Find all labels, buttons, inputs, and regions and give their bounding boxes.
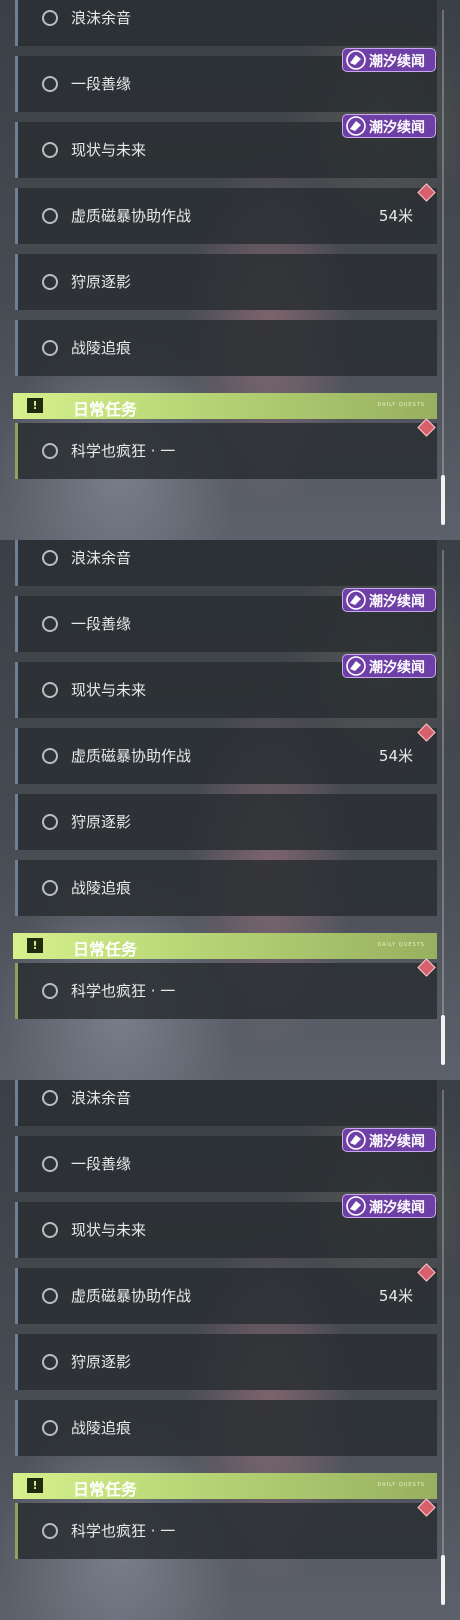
quest-panel-2: 浪沫余音 一段善缘 现状与未来 虚质磁暴协助作战 54米 狩原逐影 战陵追痕 潮… xyxy=(0,540,460,1080)
daily-quest-item[interactable]: 科学也疯狂 · 一 xyxy=(15,1503,437,1559)
quest-item-4[interactable]: 虚质磁暴协助作战 54米 xyxy=(15,1268,437,1324)
quest-status-circle-icon xyxy=(42,983,58,999)
quest-status-circle-icon xyxy=(42,1090,58,1106)
quest-label: 狩原逐影 xyxy=(71,273,132,291)
quest-label: 科学也疯狂 · 一 xyxy=(71,442,176,460)
quest-status-circle-icon xyxy=(42,10,58,26)
quest-label: 战陵追痕 xyxy=(71,339,132,357)
quest-label: 狩原逐影 xyxy=(71,1353,132,1371)
quest-distance: 54米 xyxy=(378,1287,413,1305)
scrollbar-thumb[interactable] xyxy=(441,1015,445,1065)
quest-label: 浪沫余音 xyxy=(71,1089,132,1107)
quest-status-circle-icon xyxy=(42,208,58,224)
quest-status-circle-icon xyxy=(42,1420,58,1436)
daily-quest-item[interactable]: 科学也疯狂 · 一 xyxy=(15,963,437,1019)
quest-status-circle-icon xyxy=(42,1354,58,1370)
alert-icon: ! xyxy=(27,398,43,413)
daily-quest-header[interactable]: ! 日常任务 DAILY QUESTS xyxy=(13,393,437,419)
badge-label: 潮汐续闻 xyxy=(369,660,425,676)
quest-label: 一段善缘 xyxy=(71,1155,132,1173)
badge-label: 潮汐续闻 xyxy=(369,54,425,70)
badge-label: 潮汐续闻 xyxy=(369,120,425,136)
daily-quest-header[interactable]: ! 日常任务 DAILY QUESTS xyxy=(13,1473,437,1499)
alert-icon: ! xyxy=(27,938,43,953)
daily-quest-item[interactable]: 科学也疯狂 · 一 xyxy=(15,423,437,479)
quest-item-5[interactable]: 狩原逐影 xyxy=(15,254,437,310)
quest-status-circle-icon xyxy=(42,1156,58,1172)
quest-status-circle-icon xyxy=(42,748,58,764)
tidal-story-icon xyxy=(346,656,366,676)
quest-item-6[interactable]: 战陵追痕 xyxy=(15,860,437,916)
quest-status-circle-icon xyxy=(42,814,58,830)
badge-label: 潮汐续闻 xyxy=(369,594,425,610)
tidal-story-badge: 潮汐续闻 xyxy=(342,48,436,72)
daily-quest-header[interactable]: ! 日常任务 DAILY QUESTS xyxy=(13,933,437,959)
tidal-story-badge: 潮汐续闻 xyxy=(342,654,436,678)
quest-distance: 54米 xyxy=(378,747,413,765)
alert-icon: ! xyxy=(27,1478,43,1493)
quest-item-4[interactable]: 虚质磁暴协助作战 54米 xyxy=(15,728,437,784)
quest-item-1[interactable]: 浪沫余音 xyxy=(15,1080,437,1126)
quest-panel-1: 浪沫余音 一段善缘 现状与未来 虚质磁暴协助作战 54米 狩原逐影 战陵追痕 潮… xyxy=(0,0,460,540)
quest-label: 科学也疯狂 · 一 xyxy=(71,1522,176,1540)
quest-item-5[interactable]: 狩原逐影 xyxy=(15,1334,437,1390)
tidal-story-badge: 潮汐续闻 xyxy=(342,1128,436,1152)
quest-status-circle-icon xyxy=(42,682,58,698)
quest-label: 科学也疯狂 · 一 xyxy=(71,982,176,1000)
quest-label: 虚质磁暴协助作战 xyxy=(71,747,192,765)
quest-status-circle-icon xyxy=(42,76,58,92)
quest-label: 浪沫余音 xyxy=(71,9,132,27)
quest-label: 虚质磁暴协助作战 xyxy=(71,207,192,225)
badge-label: 潮汐续闻 xyxy=(369,1200,425,1216)
scrollbar-track[interactable] xyxy=(442,1090,444,1605)
quest-label: 战陵追痕 xyxy=(71,1419,132,1437)
tidal-story-badge: 潮汐续闻 xyxy=(342,588,436,612)
quest-item-6[interactable]: 战陵追痕 xyxy=(15,1400,437,1456)
quest-item-1[interactable]: 浪沫余音 xyxy=(15,540,437,586)
daily-header-sublabel: DAILY QUESTS xyxy=(377,942,425,948)
daily-header-sublabel: DAILY QUESTS xyxy=(377,402,425,408)
quest-label: 现状与未来 xyxy=(71,1221,147,1239)
quest-status-circle-icon xyxy=(42,1288,58,1304)
tidal-story-badge: 潮汐续闻 xyxy=(342,114,436,138)
tidal-story-icon xyxy=(346,116,366,136)
quest-label: 一段善缘 xyxy=(71,615,132,633)
scrollbar-track[interactable] xyxy=(442,550,444,1065)
quest-status-circle-icon xyxy=(42,340,58,356)
scrollbar-thumb[interactable] xyxy=(441,475,445,525)
quest-label: 战陵追痕 xyxy=(71,879,132,897)
quest-item-4[interactable]: 虚质磁暴协助作战 54米 xyxy=(15,188,437,244)
daily-header-label: 日常任务 xyxy=(73,1480,138,1499)
tidal-story-icon xyxy=(346,1130,366,1150)
quest-status-circle-icon xyxy=(42,880,58,896)
quest-item-5[interactable]: 狩原逐影 xyxy=(15,794,437,850)
quest-status-circle-icon xyxy=(42,274,58,290)
badge-label: 潮汐续闻 xyxy=(369,1134,425,1150)
quest-label: 狩原逐影 xyxy=(71,813,132,831)
tidal-story-icon xyxy=(346,50,366,70)
scrollbar-thumb[interactable] xyxy=(441,1555,445,1605)
daily-header-label: 日常任务 xyxy=(73,940,138,959)
quest-status-circle-icon xyxy=(42,616,58,632)
quest-item-6[interactable]: 战陵追痕 xyxy=(15,320,437,376)
quest-status-circle-icon xyxy=(42,142,58,158)
quest-status-circle-icon xyxy=(42,550,58,566)
quest-status-circle-icon xyxy=(42,1222,58,1238)
quest-panel-3: 浪沫余音 一段善缘 现状与未来 虚质磁暴协助作战 54米 狩原逐影 战陵追痕 潮… xyxy=(0,1080,460,1620)
quest-label: 一段善缘 xyxy=(71,75,132,93)
daily-header-sublabel: DAILY QUESTS xyxy=(377,1482,425,1488)
tidal-story-icon xyxy=(346,1196,366,1216)
quest-item-1[interactable]: 浪沫余音 xyxy=(15,0,437,46)
quest-status-circle-icon xyxy=(42,443,58,459)
quest-label: 现状与未来 xyxy=(71,141,147,159)
scrollbar-track[interactable] xyxy=(442,10,444,525)
quest-label: 现状与未来 xyxy=(71,681,147,699)
quest-label: 虚质磁暴协助作战 xyxy=(71,1287,192,1305)
daily-header-label: 日常任务 xyxy=(73,400,138,419)
tidal-story-icon xyxy=(346,590,366,610)
quest-label: 浪沫余音 xyxy=(71,549,132,567)
tidal-story-badge: 潮汐续闻 xyxy=(342,1194,436,1218)
quest-distance: 54米 xyxy=(378,207,413,225)
quest-status-circle-icon xyxy=(42,1523,58,1539)
